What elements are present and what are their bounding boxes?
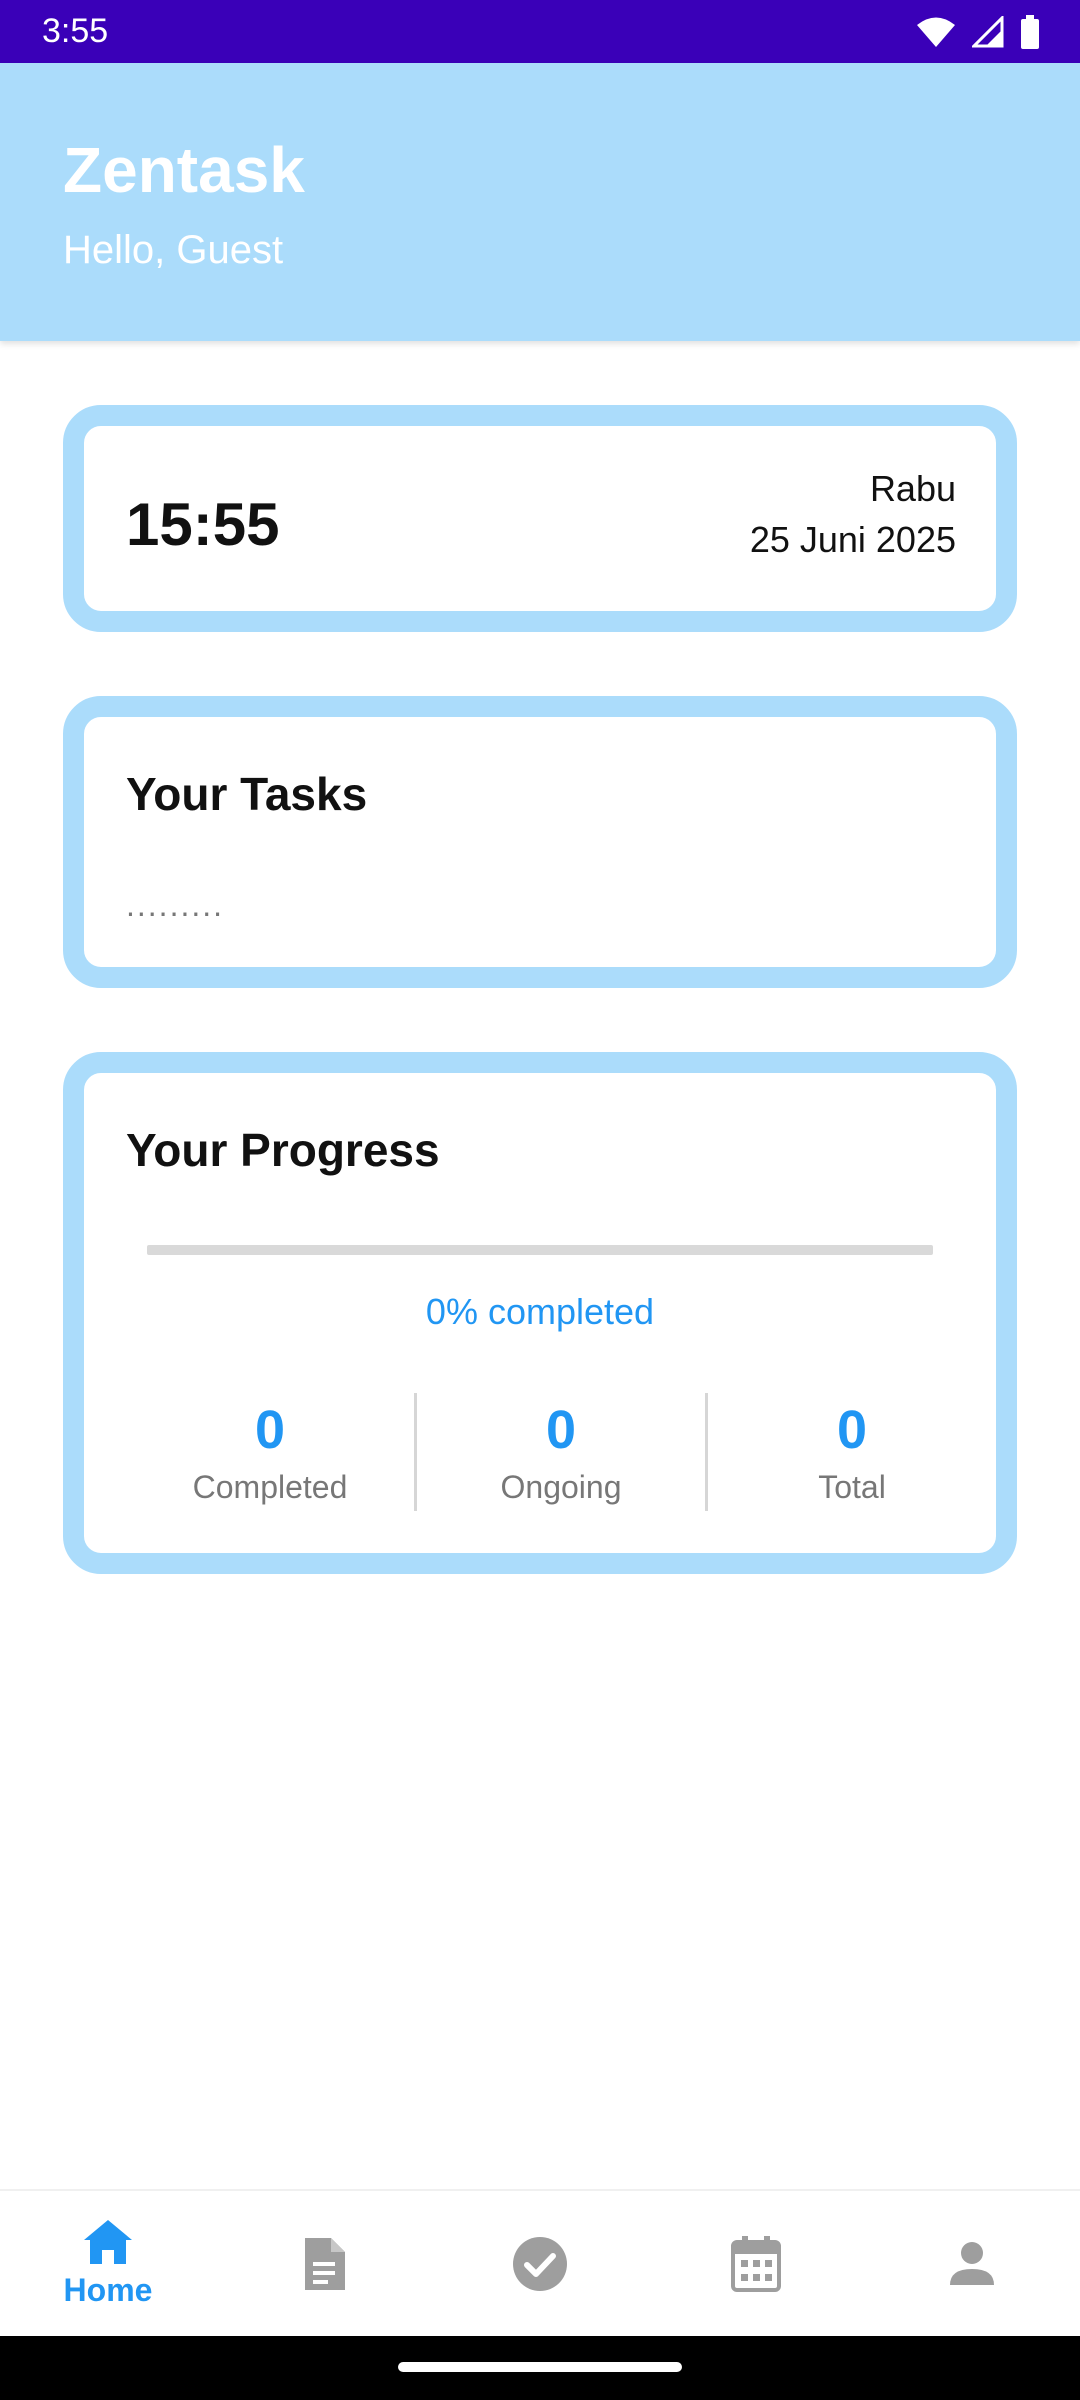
clock-date: 25 Juni 2025 — [749, 519, 956, 560]
document-icon — [301, 2236, 347, 2292]
progress-stats: 0 Completed 0 Ongoing 0 Total — [126, 1393, 996, 1511]
tasks-title: Your Tasks — [126, 768, 368, 820]
check-circle-icon — [512, 2236, 568, 2292]
app-title: Zentask — [63, 134, 305, 206]
progress-card: Your Progress 0% completed 0 Completed 0… — [63, 1052, 1017, 1574]
tasks-placeholder: ......... — [126, 887, 225, 923]
gesture-handle[interactable] — [398, 2362, 682, 2372]
clock-time: 15:55 — [126, 491, 280, 558]
tasks-card[interactable]: Your Tasks ......... — [63, 696, 1017, 988]
stat-label: Ongoing — [500, 1469, 622, 1505]
clock-card: 15:55 Rabu 25 Juni 2025 — [63, 405, 1017, 632]
wifi-icon — [916, 16, 956, 48]
home-icon — [82, 2218, 134, 2266]
nav-documents[interactable] — [216, 2191, 432, 2336]
status-icons — [916, 14, 1040, 49]
nav-home-label: Home — [63, 2272, 153, 2308]
status-time: 3:55 — [42, 12, 109, 50]
clock-day: Rabu — [869, 468, 956, 509]
bottom-nav: Home — [0, 2189, 1080, 2336]
calendar-icon — [731, 2235, 781, 2292]
battery-icon — [1020, 14, 1040, 49]
stat-total: 0 Total — [705, 1393, 996, 1511]
progress-title: Your Progress — [126, 1124, 440, 1176]
nav-home[interactable]: Home — [0, 2191, 216, 2336]
signal-icon — [972, 15, 1004, 48]
system-navigation-bar — [0, 2336, 1080, 2400]
stat-value: 0 — [254, 1400, 286, 1460]
stat-label: Completed — [192, 1469, 348, 1505]
stat-value: 0 — [836, 1400, 868, 1460]
greeting-text: Hello, Guest — [63, 228, 284, 272]
nav-profile[interactable] — [864, 2191, 1080, 2336]
progress-text: 0% completed — [425, 1291, 655, 1332]
stat-completed: 0 Completed — [126, 1393, 414, 1511]
nav-calendar[interactable] — [648, 2191, 864, 2336]
stat-value: 0 — [545, 1400, 577, 1460]
stat-label: Total — [818, 1469, 886, 1505]
person-icon — [949, 2241, 995, 2287]
stat-ongoing: 0 Ongoing — [414, 1393, 705, 1511]
progress-bar — [147, 1245, 933, 1255]
nav-tasks[interactable] — [432, 2191, 648, 2336]
status-bar: 3:55 — [0, 0, 1080, 63]
app-header: Zentask Hello, Guest — [0, 63, 1080, 341]
